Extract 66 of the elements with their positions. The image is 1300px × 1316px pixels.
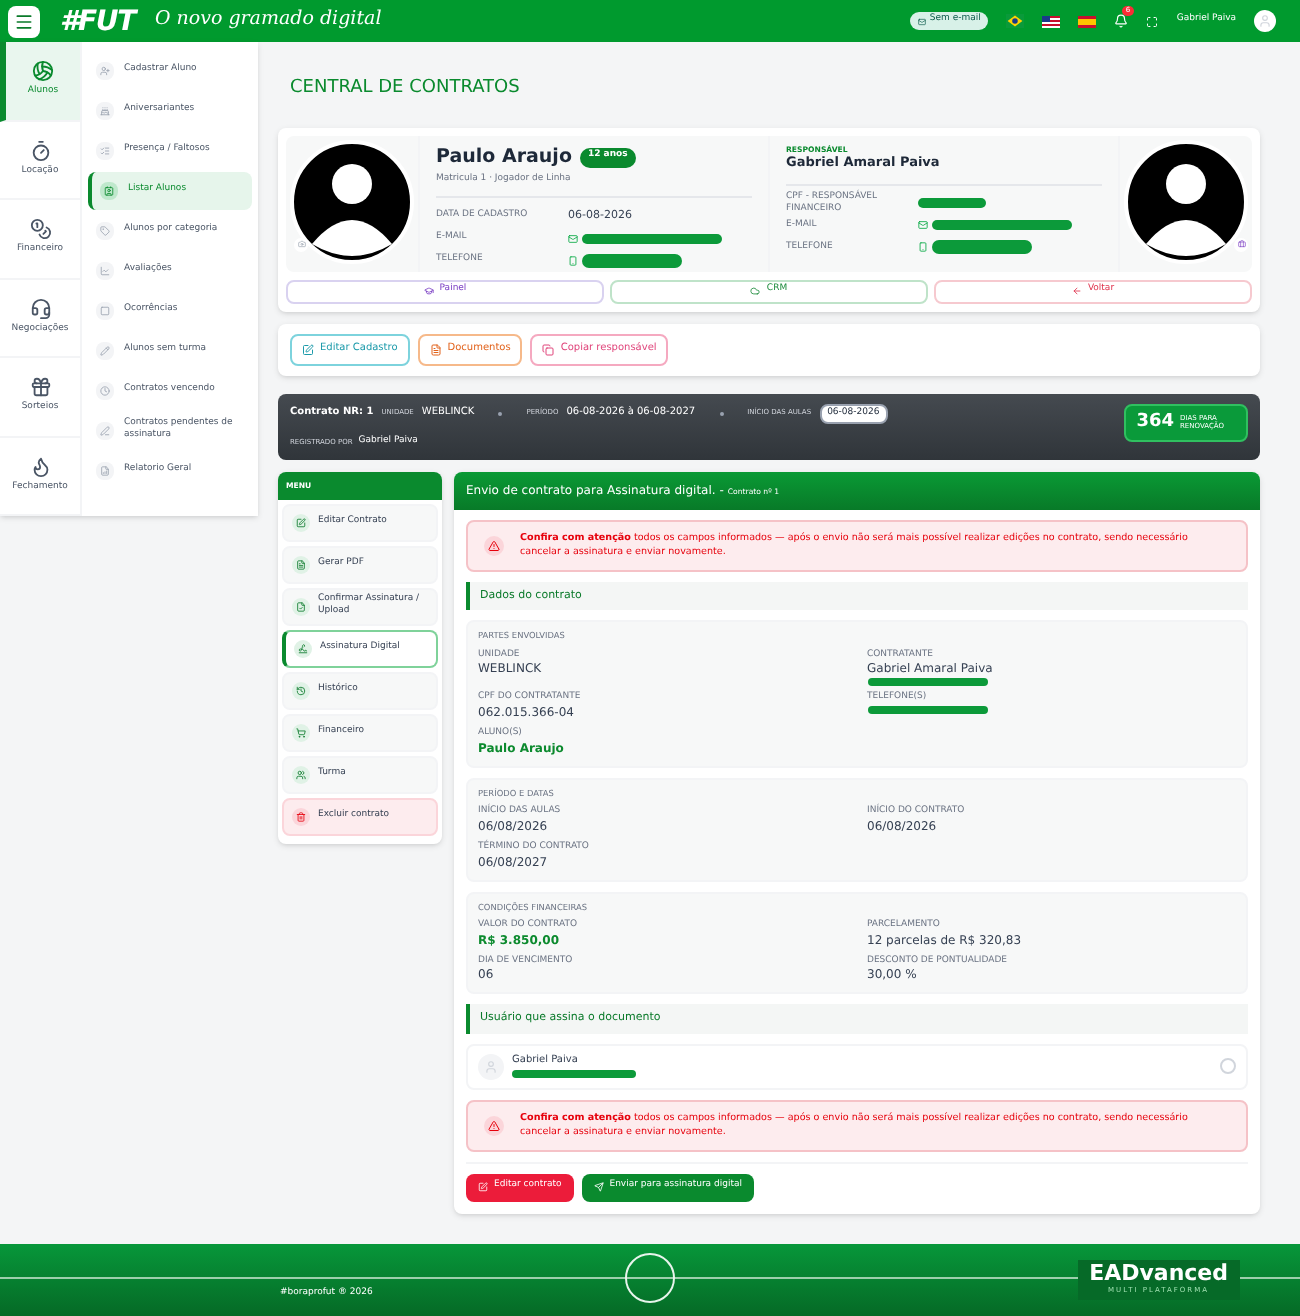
- document-icon: [429, 343, 442, 355]
- brand-name: EADvanced: [1089, 1262, 1228, 1287]
- cart-icon: [296, 727, 306, 738]
- edit-icon: [296, 517, 306, 528]
- send-icon: [593, 1182, 604, 1193]
- redaction-bar: [512, 1070, 636, 1079]
- submenu-icon: [100, 465, 110, 475]
- timer-icon: [29, 139, 51, 162]
- redaction-bar: [867, 706, 987, 715]
- redaction-bar: [582, 233, 722, 243]
- cloud-icon: [750, 286, 761, 296]
- student-name: Paulo Araujo: [436, 143, 572, 171]
- upload-icon: [296, 601, 306, 612]
- submenu-icon: [100, 225, 110, 235]
- gift-icon: [29, 376, 51, 399]
- submenu-icon: [100, 265, 110, 275]
- submenu-icon: [100, 65, 110, 75]
- submenu-icon: [100, 105, 110, 115]
- notification-icon[interactable]: [1114, 14, 1129, 28]
- briefcase-icon[interactable]: [1234, 237, 1248, 251]
- flame-icon: [29, 455, 51, 478]
- mail-icon: [568, 233, 578, 243]
- redaction-bar: [918, 198, 986, 209]
- logo: #FUT: [60, 7, 135, 35]
- pdf-icon: [296, 559, 306, 570]
- redaction-bar: [582, 253, 682, 267]
- sign-icon: [298, 643, 308, 654]
- signer-radio[interactable]: [1220, 1058, 1236, 1075]
- brazil-flag-icon[interactable]: [1006, 14, 1025, 28]
- camera-icon[interactable]: [294, 237, 308, 251]
- submenu-icon: [104, 185, 114, 195]
- delete-icon: [296, 811, 306, 822]
- submenu-icon: [100, 385, 110, 395]
- phone-icon: [568, 255, 578, 265]
- submenu-icon: [100, 145, 110, 155]
- tagline: O novo gramado digital: [154, 6, 382, 35]
- mail-icon: [917, 17, 926, 25]
- submenu-icon: [100, 345, 110, 355]
- user-avatar[interactable]: [1254, 10, 1276, 32]
- menu-button[interactable]: [8, 5, 40, 37]
- redaction-bar: [932, 220, 1072, 231]
- submenu-icon: [100, 305, 110, 315]
- graduation-cap-icon: [423, 286, 434, 296]
- group-icon: [296, 769, 306, 780]
- headset-icon: [29, 297, 51, 320]
- phone-icon: [918, 242, 928, 253]
- usa-flag-icon[interactable]: [1042, 15, 1061, 27]
- mail-icon: [918, 220, 928, 231]
- page-title: CENTRAL DE CONTRATOS: [290, 76, 522, 102]
- center-circle: [625, 1253, 675, 1303]
- warning-icon: [488, 1119, 500, 1132]
- menu-icon: [14, 11, 34, 31]
- history-icon: [296, 685, 306, 696]
- edit-icon: [302, 343, 314, 355]
- edit-icon: [478, 1182, 488, 1193]
- redaction-bar: [932, 240, 1032, 255]
- coins-icon: [29, 218, 51, 241]
- ball-icon: [32, 60, 54, 83]
- spain-flag-icon[interactable]: [1078, 15, 1097, 27]
- redaction-bar: [867, 678, 987, 687]
- submenu-icon: [100, 425, 110, 435]
- copy-icon: [542, 343, 555, 355]
- renewal-days: 364: [1136, 409, 1174, 436]
- warning-icon: [488, 540, 500, 552]
- back-arrow-icon: [1071, 286, 1082, 296]
- signer-avatar: [478, 1053, 504, 1080]
